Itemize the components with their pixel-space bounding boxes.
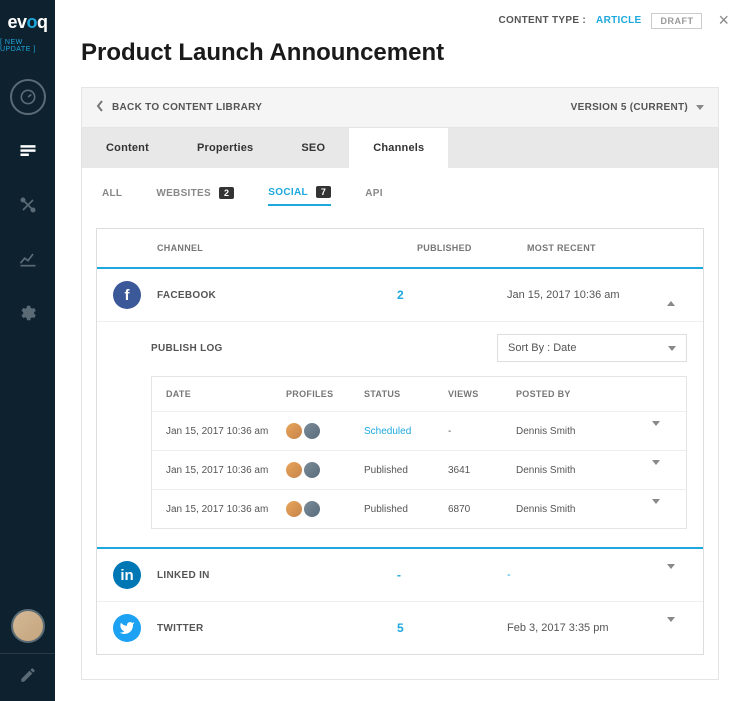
main: CONTENT TYPE : ARTICLE DRAFT × Product L… bbox=[55, 0, 745, 701]
nav-edit[interactable] bbox=[0, 653, 55, 689]
twitter-icon bbox=[113, 614, 141, 642]
caret-down-icon bbox=[667, 617, 675, 634]
caret-down-icon bbox=[667, 564, 675, 581]
log-row: Jan 15, 2017 10:36 am Scheduled - Dennis… bbox=[152, 412, 686, 451]
content-type-label: CONTENT TYPE : bbox=[499, 15, 587, 26]
profile-avatars bbox=[286, 501, 364, 517]
header-row: BACK TO CONTENT LIBRARY VERSION 5 (CURRE… bbox=[81, 87, 719, 128]
profile-avatars bbox=[286, 423, 364, 439]
tab-seo[interactable]: SEO bbox=[277, 128, 349, 168]
sidebar: evoq [ NEW UPDATE ] bbox=[0, 0, 55, 701]
caret-up-icon bbox=[667, 289, 675, 306]
new-update-label[interactable]: [ NEW UPDATE ] bbox=[0, 39, 55, 53]
subtab-websites[interactable]: WEBSITES2 bbox=[156, 186, 234, 206]
channel-row-linkedin[interactable]: in LINKED IN - - bbox=[97, 549, 703, 602]
social-count: 7 bbox=[316, 186, 331, 198]
publish-log-table: DATE PROFILES STATUS VIEWS POSTED BY Jan… bbox=[151, 376, 687, 529]
websites-count: 2 bbox=[219, 187, 234, 199]
row-menu-icon[interactable] bbox=[652, 499, 660, 515]
facebook-publish-log: PUBLISH LOG Sort By : Date DATE PROFILES… bbox=[97, 322, 703, 549]
nav-tools[interactable] bbox=[10, 187, 46, 223]
caret-down-icon bbox=[668, 346, 676, 351]
channel-row-facebook[interactable]: f FACEBOOK 2 Jan 15, 2017 10:36 am bbox=[97, 269, 703, 322]
log-header: DATE PROFILES STATUS VIEWS POSTED BY bbox=[152, 377, 686, 412]
row-menu-icon[interactable] bbox=[652, 460, 660, 476]
chevron-left-icon bbox=[96, 100, 104, 115]
log-row: Jan 15, 2017 10:36 am Published 6870 Den… bbox=[152, 490, 686, 528]
row-menu-icon[interactable] bbox=[652, 421, 660, 437]
content-type-value[interactable]: ARTICLE bbox=[596, 15, 641, 26]
tab-channels[interactable]: Channels bbox=[349, 128, 448, 168]
caret-down-icon bbox=[696, 105, 704, 110]
page-title: Product Launch Announcement bbox=[55, 39, 745, 87]
tabs: Content Properties SEO Channels bbox=[81, 128, 719, 168]
back-to-library[interactable]: BACK TO CONTENT LIBRARY bbox=[96, 100, 262, 115]
profile-avatars bbox=[286, 462, 364, 478]
linkedin-icon: in bbox=[113, 561, 141, 589]
subtab-all[interactable]: ALL bbox=[102, 186, 122, 206]
nav-content[interactable] bbox=[10, 133, 46, 169]
close-icon[interactable]: × bbox=[718, 10, 729, 31]
facebook-icon: f bbox=[113, 281, 141, 309]
channels-panel: ALL WEBSITES2 SOCIAL7 API CHANNEL PUBLIS… bbox=[81, 168, 719, 680]
subtab-api[interactable]: API bbox=[365, 186, 383, 206]
publish-log-title: PUBLISH LOG bbox=[151, 343, 223, 354]
nav-analytics[interactable] bbox=[10, 241, 46, 277]
nav-dashboard[interactable] bbox=[10, 79, 46, 115]
nav-settings[interactable] bbox=[10, 295, 46, 331]
logo: evoq bbox=[7, 12, 47, 33]
log-row: Jan 15, 2017 10:36 am Published 3641 Den… bbox=[152, 451, 686, 490]
user-avatar[interactable] bbox=[11, 609, 45, 643]
tab-properties[interactable]: Properties bbox=[173, 128, 277, 168]
draft-badge: DRAFT bbox=[651, 13, 702, 29]
channels-header: CHANNEL PUBLISHED MOST RECENT bbox=[97, 229, 703, 269]
top-bar: CONTENT TYPE : ARTICLE DRAFT × bbox=[55, 0, 745, 39]
subtabs: ALL WEBSITES2 SOCIAL7 API bbox=[96, 186, 704, 206]
channels-table: CHANNEL PUBLISHED MOST RECENT f FACEBOOK… bbox=[96, 228, 704, 655]
sort-selector[interactable]: Sort By : Date bbox=[497, 334, 687, 362]
channel-row-twitter[interactable]: TWITTER 5 Feb 3, 2017 3:35 pm bbox=[97, 602, 703, 654]
version-selector[interactable]: VERSION 5 (CURRENT) bbox=[571, 102, 704, 113]
subtab-social[interactable]: SOCIAL7 bbox=[268, 186, 331, 206]
tab-content[interactable]: Content bbox=[82, 128, 173, 168]
